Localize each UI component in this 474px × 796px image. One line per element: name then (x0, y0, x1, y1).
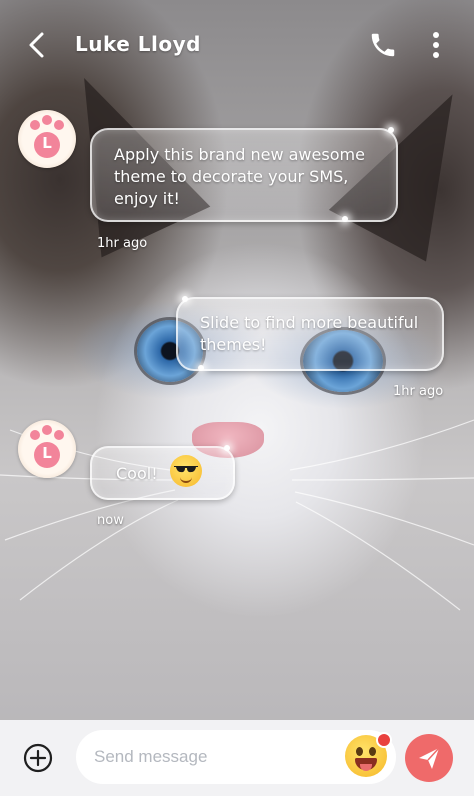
chevron-left-icon (29, 32, 44, 58)
more-vertical-icon (433, 32, 439, 58)
emoji-tongue (360, 764, 372, 771)
paw-toe (42, 115, 52, 125)
sparkle-decoration (198, 365, 204, 371)
message-timestamp: 1hr ago (393, 384, 444, 399)
message-text-line: theme to decorate your SMS, (114, 167, 349, 186)
outgoing-message-bubble[interactable]: Slide to find more beautiful themes! (176, 296, 444, 371)
sparkle-decoration (182, 296, 188, 302)
phone-icon (371, 33, 395, 57)
add-attachment-button[interactable] (22, 742, 54, 774)
paw-toe (42, 425, 52, 435)
sparkle-decoration (224, 445, 230, 451)
message-timestamp: 1hr ago (97, 236, 148, 251)
back-button[interactable] (22, 30, 52, 60)
message-timestamp: now (97, 513, 124, 528)
sparkle-decoration (388, 127, 394, 133)
paw-pad: L (34, 442, 60, 468)
avatar-letter: L (42, 134, 52, 152)
sunglasses-icon (174, 466, 198, 473)
message-text-line: Slide to find more beautiful (200, 313, 419, 332)
paw-pad: L (34, 132, 60, 158)
paw-toe (54, 430, 64, 440)
sunglasses-emoji-icon (170, 455, 202, 487)
message-text: Cool! (116, 464, 158, 483)
avatar-letter: L (42, 444, 52, 462)
more-options-button[interactable] (425, 30, 447, 60)
contact-avatar[interactable]: L (18, 420, 76, 478)
chat-screen: Luke Lloyd L Apply this brand new awesom… (0, 0, 474, 796)
paw-toe (30, 430, 40, 440)
emoji-eye (356, 747, 363, 756)
emoji-eye (369, 747, 376, 756)
incoming-message-bubble[interactable]: Apply this brand new awesome theme to de… (90, 127, 398, 222)
sparkle-decoration (342, 216, 348, 222)
paper-plane-icon (419, 747, 440, 769)
emoji-notification-badge (376, 732, 392, 748)
send-button[interactable] (405, 734, 453, 782)
call-button[interactable] (368, 30, 398, 60)
incoming-message-bubble[interactable]: Cool! (90, 445, 235, 500)
contact-name: Luke Lloyd (75, 32, 201, 56)
message-composer (0, 720, 474, 796)
plus-circle-icon (23, 743, 53, 773)
message-text-line: Apply this brand new awesome (114, 145, 365, 164)
contact-avatar[interactable]: L (18, 110, 76, 168)
paw-toe (30, 120, 40, 130)
emoji-mouth (180, 476, 192, 483)
paw-toe (54, 120, 64, 130)
chat-header: Luke Lloyd (0, 0, 474, 88)
message-text-line: enjoy it! (114, 189, 180, 208)
message-text-line: themes! (200, 335, 267, 354)
